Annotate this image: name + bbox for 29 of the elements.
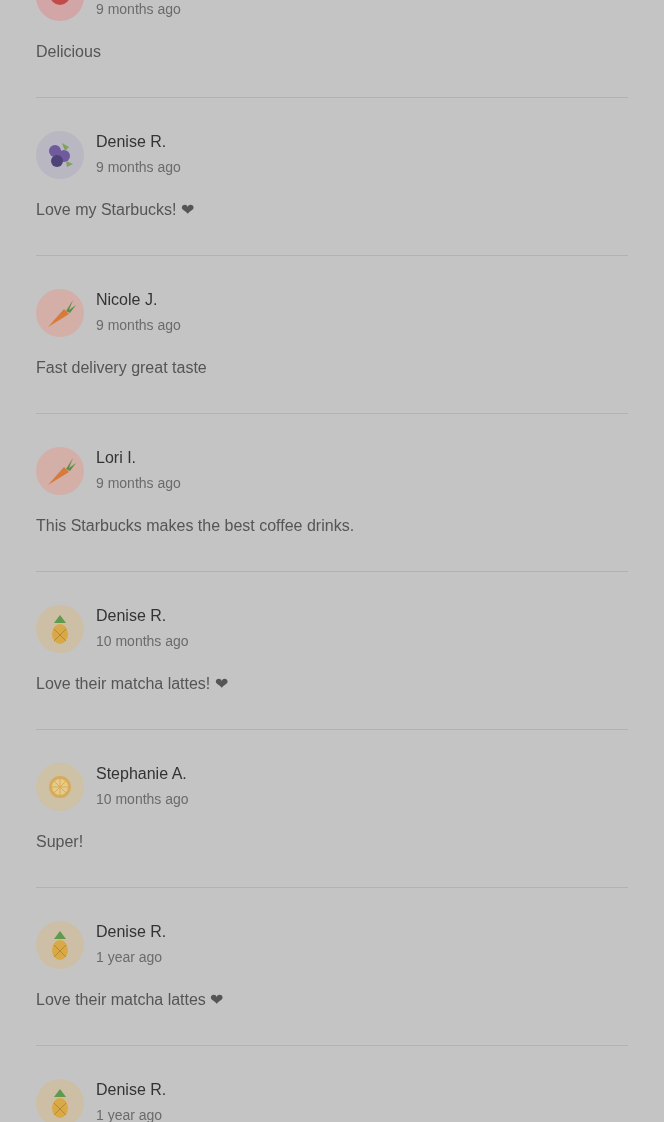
review-text: Super! <box>36 832 85 852</box>
pineapple-avatar <box>36 1079 84 1122</box>
review-text: Love their matcha lattes! ❤ <box>36 674 229 694</box>
carrot-avatar <box>36 289 84 337</box>
reviewer-name: Denise R. <box>96 1080 167 1100</box>
reviewer-name: Nicole J. <box>96 290 159 310</box>
lemon-slice-avatar <box>36 763 84 811</box>
review-time: 10 months ago <box>96 632 189 651</box>
review-text: Delicious <box>36 42 102 62</box>
pineapple-avatar <box>36 921 84 969</box>
reviewer-name: Stephanie A. <box>96 764 188 784</box>
reviewer-name: Denise R. <box>96 606 168 626</box>
review-time: 1 year ago <box>96 1106 164 1122</box>
review-time: 9 months ago <box>96 316 181 335</box>
review-time: 9 months ago <box>96 474 181 493</box>
carrot-avatar <box>36 447 84 495</box>
review-text: Fast delivery great taste <box>36 358 208 378</box>
review-text: This Starbucks makes the best coffee drinks. <box>36 516 356 536</box>
reviewer-name: Denise R. <box>96 922 167 942</box>
review-time: 9 months ago <box>96 0 181 19</box>
reviewer-name: Denise R. <box>96 132 168 152</box>
review-time: 9 months ago <box>96 158 181 177</box>
review-text: Love my Starbucks! ❤ <box>36 200 195 220</box>
review-time: 1 year ago <box>96 948 164 967</box>
review-text: Love their matcha lattes ❤ <box>36 990 225 1010</box>
berries-avatar <box>36 131 84 179</box>
pineapple-avatar <box>36 605 84 653</box>
review-time: 10 months ago <box>96 790 189 809</box>
reviewer-name: Lori I. <box>96 448 137 468</box>
